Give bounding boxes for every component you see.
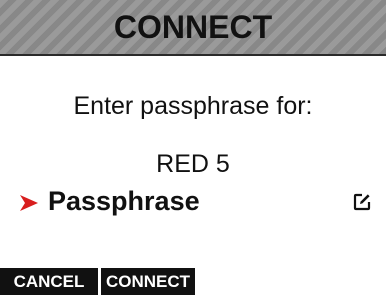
softkey-bar: CANCEL CONNECT bbox=[0, 268, 195, 295]
connect-button[interactable]: CONNECT bbox=[101, 268, 195, 295]
passphrase-label: Passphrase bbox=[48, 186, 200, 216]
selection-arrow-icon bbox=[20, 195, 38, 211]
header-bar: CONNECT bbox=[0, 0, 386, 56]
edit-icon[interactable] bbox=[352, 192, 372, 212]
passphrase-prompt: Enter passphrase for: bbox=[73, 92, 313, 120]
cancel-button[interactable]: CANCEL bbox=[0, 268, 98, 295]
network-name: RED 5 bbox=[156, 150, 230, 178]
passphrase-field[interactable]: Passphrase bbox=[18, 184, 378, 220]
page-title: CONNECT bbox=[113, 8, 273, 45]
